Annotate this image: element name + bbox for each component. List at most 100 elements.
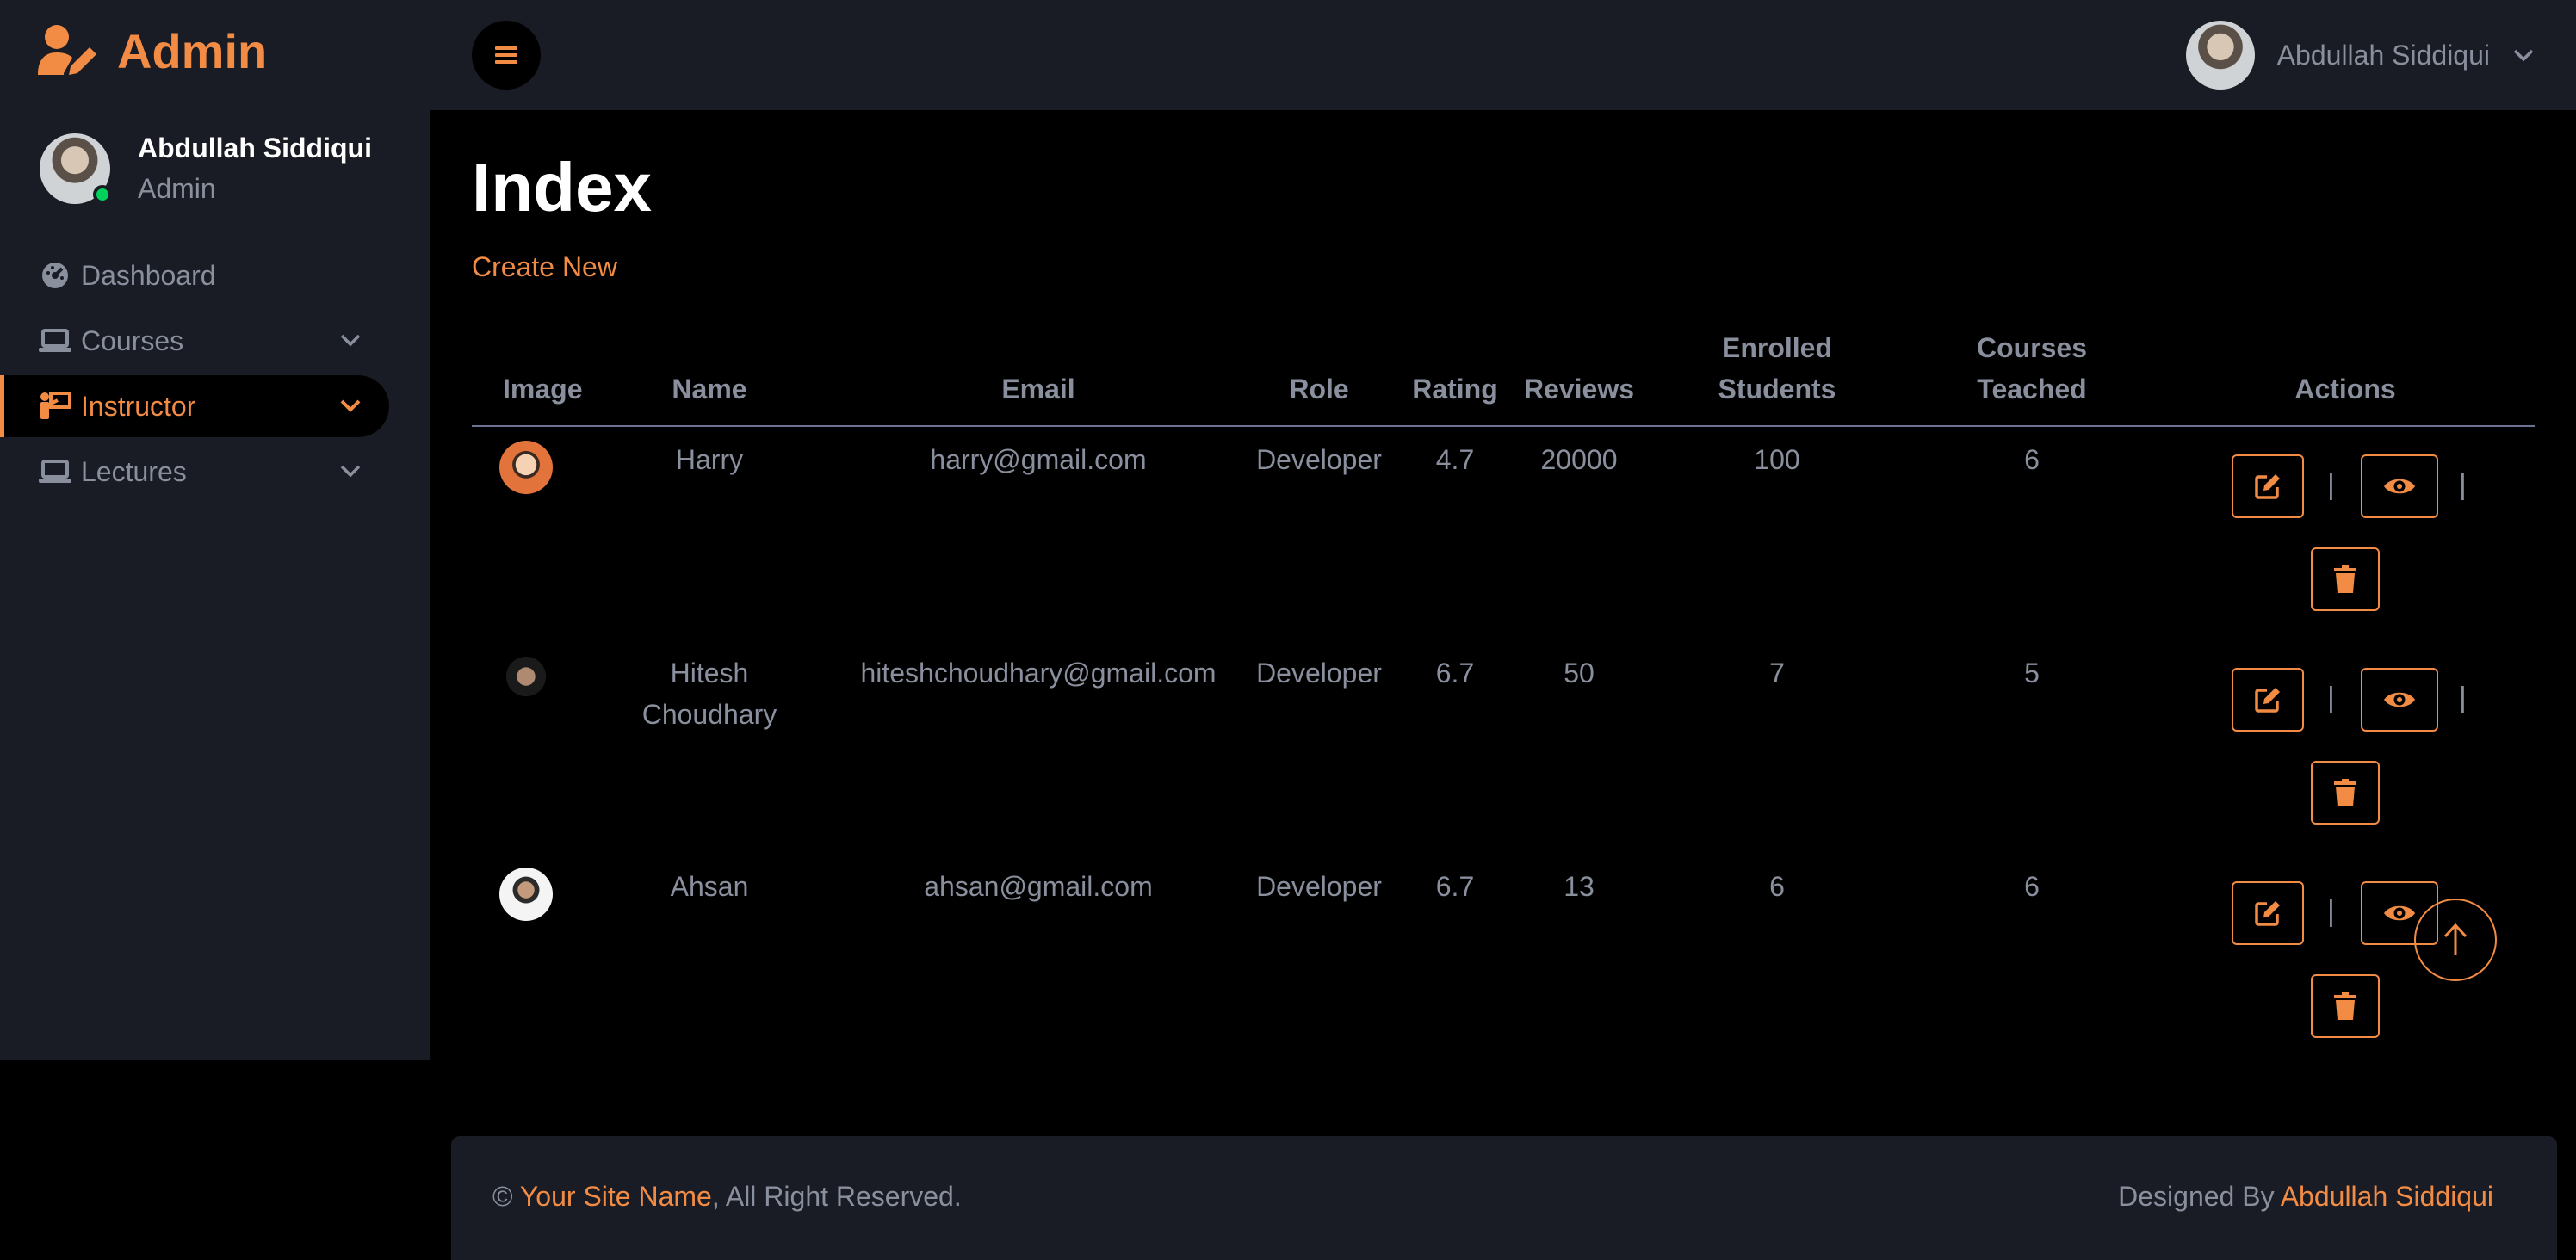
chevron-down-icon <box>340 399 361 412</box>
create-new-link[interactable]: Create New <box>472 251 617 283</box>
sidebar-item-label: Dashboard <box>81 259 216 291</box>
footer: © Your Site Name, All Right Reserved. De… <box>451 1136 2557 1260</box>
column-header-actions: Actions <box>2294 374 2396 405</box>
eye-icon <box>2384 905 2415 921</box>
edit-icon <box>2255 901 2280 926</box>
profile-name: Abdullah Siddiqui <box>138 133 372 164</box>
sidebar-item-label: Courses <box>81 324 184 356</box>
user-menu[interactable]: Abdullah Siddiqui <box>2185 19 2535 91</box>
back-to-top-button[interactable] <box>2414 899 2497 981</box>
hamburger-icon <box>495 46 517 64</box>
user-name: Abdullah Siddiqui <box>2276 39 2490 71</box>
sidebar-item-courses[interactable]: Courses <box>0 310 430 372</box>
cell-name: Ahsan <box>670 871 749 902</box>
table-header: Image Name Email Role Rating Reviews Enr… <box>472 327 2535 427</box>
topbar: Abdullah Siddiqui <box>430 0 2576 110</box>
action-separator: | <box>2327 895 2335 928</box>
footer-copyright: © Your Site Name, All Right Reserved. <box>492 1181 962 1213</box>
designer-link[interactable]: Abdullah Siddiqui <box>2281 1181 2493 1212</box>
header-line: Courses <box>1976 332 2088 363</box>
cell-role: Developer <box>1256 658 1382 689</box>
menu-toggle-button[interactable] <box>472 21 541 90</box>
cell-rating: 4.7 <box>1435 444 1475 475</box>
rights-text: , All Right Reserved. <box>711 1181 962 1212</box>
column-header-email: Email <box>1001 374 1075 405</box>
cell-enrolled-students: 6 <box>1769 871 1785 902</box>
trash-icon <box>2334 565 2356 593</box>
cell-rating: 6.7 <box>1435 658 1475 689</box>
edit-button[interactable] <box>2232 668 2304 732</box>
cell-enrolled-students: 7 <box>1769 658 1785 689</box>
sidebar-profile[interactable]: Abdullah Siddiqui Admin <box>40 133 372 205</box>
name-line: Hitesh <box>670 658 749 689</box>
chevron-down-icon <box>340 334 361 347</box>
column-header-image: Image <box>503 374 583 405</box>
cell-email: harry@gmail.com <box>930 444 1147 475</box>
table-row: Ahsan ahsan@gmail.com Developer 6.7 13 6… <box>472 854 2535 1067</box>
header-line: Students <box>1718 374 1836 405</box>
sidebar-item-lectures[interactable]: Lectures <box>0 441 430 503</box>
edit-icon <box>2255 474 2280 499</box>
edit-button[interactable] <box>2232 881 2304 945</box>
dashboard-icon <box>38 260 72 291</box>
cell-role: Developer <box>1256 871 1382 902</box>
sidebar-item-label: Lectures <box>81 455 187 487</box>
instructor-photo <box>499 868 553 921</box>
chevron-down-icon <box>2513 49 2534 62</box>
column-header-name: Name <box>672 374 747 405</box>
header-line: Teached <box>1977 374 2087 405</box>
cell-enrolled-students: 100 <box>1754 444 1800 475</box>
laptop-icon <box>38 325 72 356</box>
designed-by-text: Designed By <box>2118 1181 2275 1212</box>
instructor-photo <box>499 441 553 494</box>
footer-credit: Designed By Abdullah Siddiqui <box>2118 1181 2493 1213</box>
action-separator: | <box>2327 468 2335 501</box>
edit-icon <box>2255 688 2280 713</box>
arrow-up-icon <box>2443 923 2468 955</box>
edit-button[interactable] <box>2232 454 2304 518</box>
cell-name: Harry <box>675 444 744 475</box>
instructor-icon <box>38 391 72 422</box>
delete-button[interactable] <box>2311 547 2380 611</box>
cell-role: Developer <box>1256 444 1382 475</box>
column-header-role: Role <box>1289 374 1349 405</box>
sidebar-item-dashboard[interactable]: Dashboard <box>0 244 430 306</box>
column-header-courses-teached: Courses Teached <box>1977 327 2087 410</box>
brand[interactable]: Admin <box>38 22 267 79</box>
copyright-symbol: © <box>492 1181 513 1212</box>
cell-reviews: 13 <box>1564 871 1595 902</box>
online-status-dot <box>93 185 112 204</box>
header-line: Enrolled <box>1721 332 1833 363</box>
cell-rating: 6.7 <box>1435 871 1475 902</box>
cell-name: Hitesh Choudhary <box>642 652 777 735</box>
trash-icon <box>2334 992 2356 1020</box>
column-header-enrolled-students: Enrolled Students <box>1718 327 1836 410</box>
instructor-photo <box>499 654 553 707</box>
cell-courses-teached: 6 <box>2024 444 2040 475</box>
cell-courses-teached: 5 <box>2024 658 2040 689</box>
delete-button[interactable] <box>2311 761 2380 825</box>
action-separator: | <box>2327 682 2335 714</box>
cell-courses-teached: 6 <box>2024 871 2040 902</box>
cell-email: ahsan@gmail.com <box>924 871 1153 902</box>
cell-email: hiteshchoudhary@gmail.com <box>860 658 1217 689</box>
table-row: Hitesh Choudhary hiteshchoudhary@gmail.c… <box>472 640 2535 854</box>
table-row: Harry harry@gmail.com Developer 4.7 2000… <box>472 427 2535 640</box>
page-title: Index <box>472 149 652 225</box>
sidebar-item-instructor[interactable]: Instructor <box>0 375 389 437</box>
view-button[interactable] <box>2361 454 2438 518</box>
profile-role: Admin <box>138 173 216 204</box>
sidebar-nav: Dashboard Courses Instructor Lectures <box>0 244 430 506</box>
delete-button[interactable] <box>2311 974 2380 1038</box>
site-name-link[interactable]: Your Site Name <box>520 1181 712 1212</box>
column-header-reviews: Reviews <box>1523 374 1635 405</box>
chevron-down-icon <box>340 465 361 478</box>
view-button[interactable] <box>2361 668 2438 732</box>
laptop-icon <box>38 456 72 487</box>
eye-icon <box>2384 479 2415 494</box>
cell-reviews: 20000 <box>1540 444 1618 475</box>
action-separator: | <box>2459 468 2467 501</box>
avatar <box>2185 21 2255 90</box>
instructor-table: Image Name Email Role Rating Reviews Enr… <box>472 327 2535 1067</box>
name-line: Choudhary <box>641 699 777 730</box>
